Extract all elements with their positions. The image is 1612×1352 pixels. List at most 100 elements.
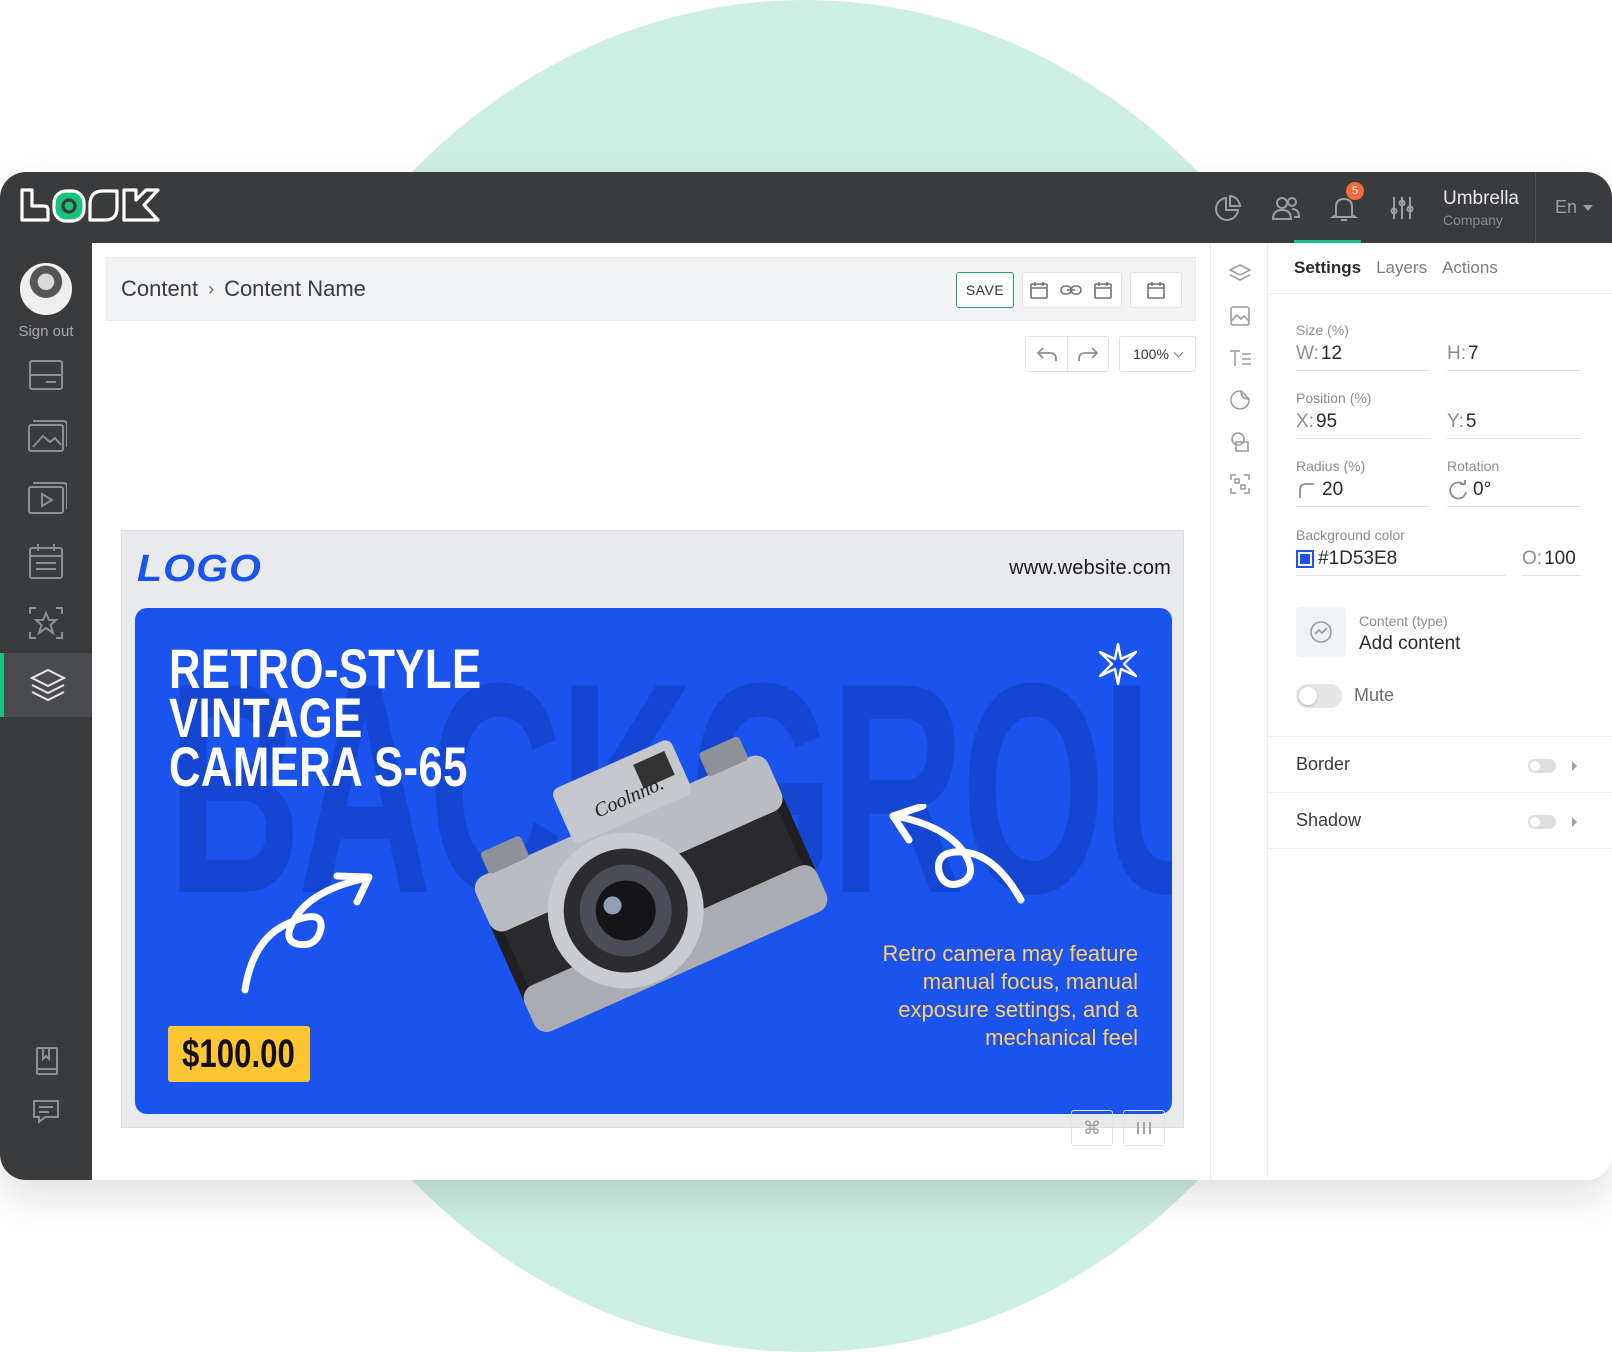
zoom-value: 100% [1133,346,1169,362]
brand-logo[interactable]: LOGO [135,548,265,590]
position-y-field[interactable]: Y: 5 [1447,405,1581,439]
settings-sliders-button[interactable] [1373,172,1431,243]
sign-out-link[interactable]: Sign out [0,323,92,340]
zoom-select[interactable]: 100% [1119,336,1196,372]
command-icon: ⌘ [1083,1117,1101,1138]
rotation-field[interactable]: 0° [1447,473,1581,507]
notifications-button[interactable]: 5 [1315,172,1373,243]
settings-panel: Settings Layers Actions Size (%) W: 12 H… [1268,240,1612,1180]
shapes-icon [1231,432,1249,452]
arrow-right-swirl-icon [889,804,1025,904]
position-x-field[interactable]: X: 95 [1296,405,1430,439]
tool-text[interactable] [1211,337,1269,379]
divider [1268,736,1612,737]
sliders-icon [1390,196,1414,219]
image-icon [28,420,67,452]
calendar-icon [1094,282,1112,299]
opacity-value: 100 [1544,547,1576,569]
sidebar-item-images[interactable] [0,405,92,469]
background-color-field[interactable]: #1D53E8 [1296,542,1506,576]
sidebar: Sign out [0,243,92,1180]
tab-layers[interactable]: Layers [1376,243,1427,293]
columns-button[interactable] [1123,1110,1165,1146]
breadcrumb-root[interactable]: Content [121,276,198,302]
tool-shapes[interactable] [1211,421,1269,463]
redo-button[interactable] [1067,337,1108,371]
tab-actions[interactable]: Actions [1442,243,1498,293]
height-value: 7 [1468,342,1479,364]
layers-icon [1228,264,1252,281]
website-url[interactable]: www.website.com [1009,557,1171,580]
background-color-value: #1D53E8 [1318,547,1398,569]
tool-layers[interactable] [1211,253,1269,295]
app-logo[interactable] [18,186,163,231]
columns-icon [1137,1122,1151,1134]
avatar[interactable] [20,263,72,315]
content-type-icon [1310,621,1332,643]
tab-settings[interactable]: Settings [1294,240,1362,293]
calendar-button[interactable] [1131,273,1181,307]
save-button[interactable]: SAVE [956,272,1014,308]
company-switcher[interactable]: Umbrella Company [1431,172,1536,243]
notification-badge: 5 [1345,182,1364,200]
shortcuts-button[interactable]: ⌘ [1071,1110,1113,1146]
tool-qr-code[interactable] [1211,463,1269,505]
sidebar-item-videos[interactable] [0,467,92,531]
radius-field[interactable]: 20 [1296,473,1430,507]
redo-icon [1078,347,1099,361]
company-subtitle: Company [1442,211,1503,228]
content-type-thumbnail[interactable] [1296,607,1346,657]
editor-toolbar: Content › Content Name SAVE [106,257,1196,321]
undo-button[interactable] [1026,337,1067,371]
canvas[interactable]: LOGO www.website.com BACKGROUND RETRO-ST… [121,530,1184,1128]
sidebar-item-schedule[interactable] [0,529,92,593]
add-content-link[interactable]: Add content [1359,633,1460,655]
sidebar-item-layers[interactable] [0,653,92,717]
users-button[interactable] [1257,172,1315,243]
border-label: Border [1296,754,1351,774]
language-select[interactable]: En [1536,172,1612,243]
panel-tabs: Settings Layers Actions [1294,240,1498,293]
book-icon [36,1047,58,1075]
link-dates-button[interactable] [1055,273,1087,307]
price-tag[interactable]: $100.00 [168,1026,310,1082]
shadow-toggle[interactable] [1528,815,1556,829]
shadow-expand-icon[interactable] [1572,817,1577,827]
opacity-field[interactable]: O: 100 [1522,542,1581,576]
analytics-button[interactable] [1199,172,1257,243]
width-value: 12 [1320,342,1343,364]
sidebar-item-feedback[interactable] [0,1079,92,1143]
radius-value: 20 [1322,478,1344,500]
color-swatch[interactable] [1296,549,1314,568]
banner-ad[interactable]: BACKGROUND RETRO-STYLE VINTAGE CAMERA S-… [135,608,1172,1114]
width-field[interactable]: W: 12 [1296,337,1430,371]
tool-sticker[interactable] [1211,379,1269,421]
undo-icon [1036,347,1057,361]
pie-chart-icon [1215,194,1242,221]
calendar-group [1130,272,1182,308]
sparkle-icon[interactable] [1096,642,1140,686]
video-icon [28,482,67,514]
border-expand-icon[interactable] [1572,761,1577,771]
link-icon [1060,285,1082,295]
banner-headline[interactable]: RETRO-STYLE VINTAGE CAMERA S-65 [169,641,481,795]
radius-label: Radius (%) [1296,458,1366,474]
sidebar-item-display[interactable] [0,343,92,407]
schedule-start-button[interactable] [1023,273,1055,307]
tabs-divider [1268,293,1612,294]
element-tools [1210,243,1268,1180]
mute-toggle[interactable] [1296,684,1342,708]
tool-image[interactable] [1211,295,1269,337]
sidebar-item-favorites[interactable] [0,591,92,655]
camera-image[interactable]: Coolnno. [445,700,845,1040]
top-bar: 5 Umbrella Company En [0,172,1612,243]
border-toggle[interactable] [1528,759,1556,773]
layers-icon [29,668,67,702]
chevron-down-icon [1173,347,1184,357]
corner-radius-icon [1299,482,1314,498]
height-field[interactable]: H: 7 [1447,337,1581,371]
schedule-end-button[interactable] [1087,273,1119,307]
x-prefix: X: [1296,410,1314,432]
calendar-icon [1147,282,1165,299]
banner-description[interactable]: Retro camera may feature manual focus, m… [848,940,1138,1052]
